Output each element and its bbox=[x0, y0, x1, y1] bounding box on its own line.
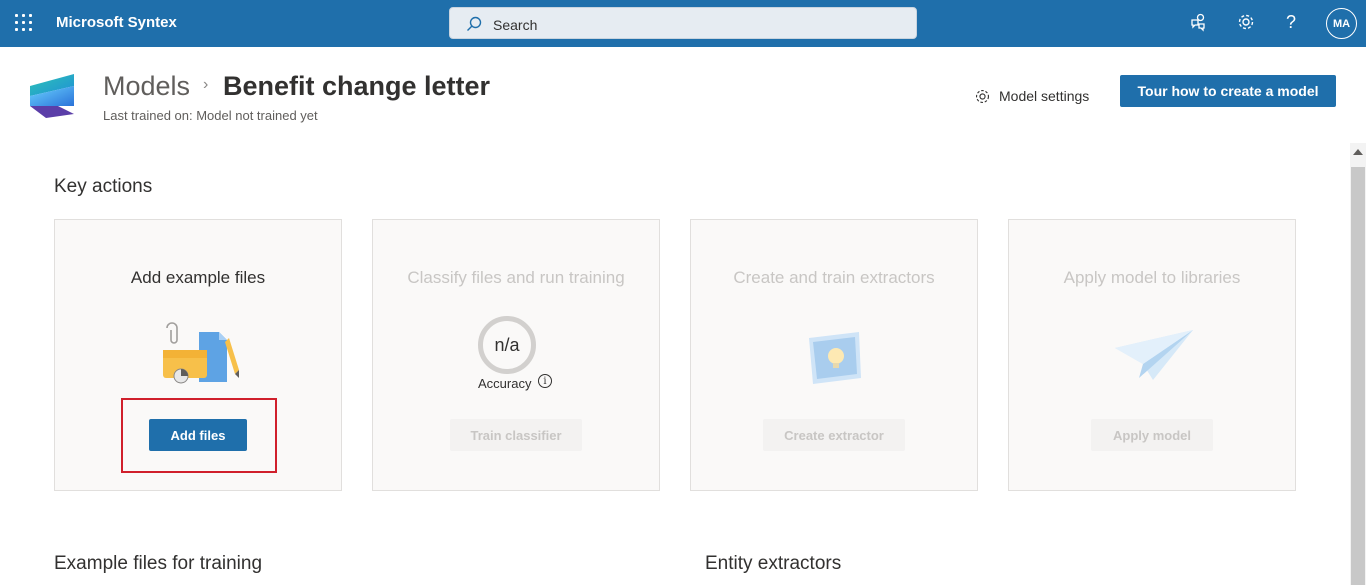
breadcrumb-models-link[interactable]: Models bbox=[103, 71, 190, 102]
model-settings-button[interactable]: Model settings bbox=[974, 86, 1089, 106]
card-create-extractors: Create and train extractors Create extra… bbox=[690, 219, 978, 491]
last-trained-status: Last trained on: Model not trained yet bbox=[103, 108, 318, 123]
user-avatar[interactable]: MA bbox=[1326, 8, 1357, 39]
accuracy-label: Accuracy bbox=[478, 376, 532, 391]
top-bar: Microsoft Syntex Search ? MA bbox=[0, 0, 1366, 47]
apply-model-button[interactable]: Apply model bbox=[1091, 419, 1213, 451]
help-icon[interactable]: ? bbox=[1286, 12, 1308, 34]
app-launcher-icon[interactable] bbox=[14, 13, 34, 33]
example-files-illustration-icon bbox=[163, 322, 239, 384]
key-actions-heading: Key actions bbox=[54, 176, 153, 197]
tour-create-model-button[interactable]: Tour how to create a model bbox=[1120, 75, 1336, 107]
train-classifier-button[interactable]: Train classifier bbox=[450, 419, 582, 451]
card-title: Add example files bbox=[130, 268, 266, 287]
highlight-box bbox=[121, 398, 277, 473]
scroll-up-arrow-icon[interactable] bbox=[1353, 149, 1363, 155]
card-title: Create and train extractors bbox=[733, 268, 935, 287]
page-title: Benefit change letter bbox=[223, 71, 491, 101]
card-apply-model: Apply model to libraries Apply model bbox=[1008, 219, 1296, 491]
accuracy-gauge: n/a bbox=[478, 316, 536, 374]
model-settings-label: Model settings bbox=[999, 88, 1090, 104]
paper-plane-illustration-icon bbox=[1115, 330, 1193, 380]
community-icon[interactable] bbox=[1188, 12, 1210, 34]
search-box[interactable]: Search bbox=[449, 7, 917, 39]
create-extractor-button[interactable]: Create extractor bbox=[763, 419, 905, 451]
example-files-heading: Example files for training bbox=[54, 553, 263, 574]
gear-icon bbox=[975, 89, 990, 103]
card-title: Apply model to libraries bbox=[1063, 268, 1241, 287]
extractor-illustration-icon bbox=[809, 332, 861, 384]
breadcrumb-chevron-icon: › bbox=[203, 76, 209, 93]
scrollbar-thumb[interactable] bbox=[1351, 167, 1365, 585]
info-icon[interactable]: i bbox=[538, 374, 552, 388]
settings-gear-icon[interactable] bbox=[1236, 12, 1258, 34]
entity-extractors-heading: Entity extractors bbox=[705, 553, 842, 574]
search-icon bbox=[467, 16, 482, 31]
syntex-logo-icon bbox=[28, 72, 78, 120]
search-placeholder: Search bbox=[493, 17, 538, 33]
app-name[interactable]: Microsoft Syntex bbox=[56, 14, 177, 31]
card-title: Classify files and run training bbox=[407, 268, 625, 287]
